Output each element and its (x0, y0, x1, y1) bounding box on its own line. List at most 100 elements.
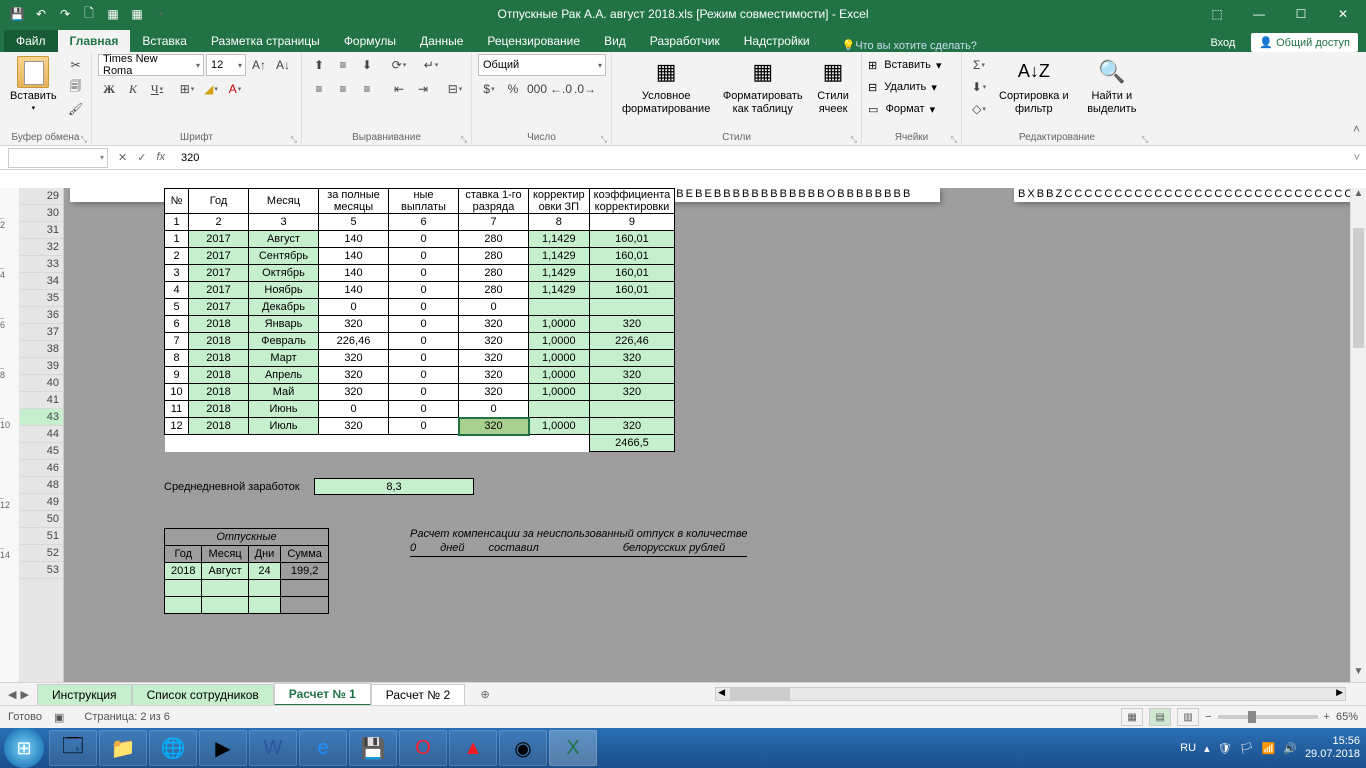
share-button[interactable]: 👤 Общий доступ (1251, 33, 1358, 52)
fill-icon[interactable]: ⬇ (968, 76, 990, 98)
cancel-icon[interactable]: ✕ (118, 151, 127, 164)
taskbar-opera[interactable]: O (399, 730, 447, 766)
align-right-icon[interactable]: ≡ (356, 78, 378, 100)
format-cells-button[interactable]: ▭ Формат ▾ (868, 98, 935, 120)
taskbar-explorer[interactable]: 📁 (99, 730, 147, 766)
taskbar-save[interactable]: 💾 (349, 730, 397, 766)
find-select-button[interactable]: 🔍Найти и выделить (1078, 54, 1146, 118)
decrease-font-icon[interactable]: A↓ (272, 54, 294, 76)
percent-icon[interactable]: % (502, 78, 524, 100)
fx-icon[interactable]: fx (156, 151, 165, 164)
font-name-combo[interactable]: Times New Roma (98, 54, 204, 76)
inc-decimal-icon[interactable]: ←.0 (550, 78, 572, 100)
comma-icon[interactable]: 000 (526, 78, 548, 100)
increase-font-icon[interactable]: A↑ (248, 54, 270, 76)
wrap-text-icon[interactable]: ↵ (420, 54, 442, 76)
sheet-tab-calc1[interactable]: Расчет № 1 (274, 683, 371, 706)
tab-home[interactable]: Главная (58, 30, 131, 52)
currency-icon[interactable]: $ (478, 78, 500, 100)
horizontal-scrollbar[interactable]: ◀▶ (715, 687, 1346, 701)
border-button[interactable]: ⊞ (176, 78, 198, 100)
tab-view[interactable]: Вид (592, 30, 638, 52)
tray-clock[interactable]: 15:5629.07.2018 (1305, 735, 1360, 761)
taskbar-word[interactable]: W (249, 730, 297, 766)
undo-icon[interactable]: ↶ (34, 7, 48, 21)
taskbar-excel[interactable]: X (549, 730, 597, 766)
maximize-icon[interactable]: ☐ (1284, 7, 1318, 21)
qat-more-icon[interactable] (154, 7, 168, 21)
taskbar-app[interactable]: 🗔 (49, 730, 97, 766)
view-layout-icon[interactable]: ▤ (1149, 708, 1171, 726)
zoom-slider[interactable] (1218, 715, 1318, 719)
align-left-icon[interactable]: ≡ (308, 78, 330, 100)
merge-icon[interactable]: ⊟ (444, 78, 466, 100)
taskbar-ie[interactable]: e (299, 730, 347, 766)
taskbar-browser[interactable]: 🌐 (149, 730, 197, 766)
sheet-tab-employees[interactable]: Список сотрудников (132, 684, 274, 705)
cut-icon[interactable]: ✂ (65, 54, 87, 76)
row-headers[interactable]: 293031 323334 353637 383940 4143 444546 … (20, 188, 64, 682)
indent-icon[interactable]: ⇥ (412, 78, 434, 100)
copy-icon[interactable]: 🗐 (65, 76, 87, 98)
enter-icon[interactable]: ✓ (137, 151, 146, 164)
login-link[interactable]: Вход (1210, 37, 1235, 49)
vacation-table[interactable]: Отпускные ГодМесяцДниСумма 2018Август241… (164, 528, 329, 614)
scroll-up-icon[interactable]: ▲ (1351, 188, 1366, 204)
tray-network-icon[interactable]: 📶 (1262, 742, 1276, 755)
font-color-button[interactable]: A (224, 78, 246, 100)
taskbar-adobe[interactable]: ▲ (449, 730, 497, 766)
tray-flag-icon[interactable]: 🏳 (1240, 742, 1254, 755)
font-size-combo[interactable]: 12 (206, 54, 246, 76)
macro-icon[interactable]: ▣ (54, 711, 64, 724)
active-cell[interactable]: 320 (459, 418, 529, 435)
grid1-icon[interactable]: ▦ (106, 7, 120, 21)
outdent-icon[interactable]: ⇤ (388, 78, 410, 100)
align-middle-icon[interactable]: ≡ (332, 54, 354, 76)
tab-insert[interactable]: Вставка (130, 30, 199, 52)
collapse-ribbon-icon[interactable]: ˄ (1353, 52, 1366, 145)
tab-layout[interactable]: Разметка страницы (199, 30, 332, 52)
tab-addins[interactable]: Надстройки (732, 30, 822, 52)
zoom-value[interactable]: 65% (1336, 711, 1358, 723)
align-center-icon[interactable]: ≡ (332, 78, 354, 100)
paste-button[interactable]: Вставить ▾ (6, 54, 61, 116)
autosum-icon[interactable]: Σ (968, 54, 990, 76)
grid2-icon[interactable]: ▦ (130, 7, 144, 21)
underline-button[interactable]: Ч (146, 78, 168, 100)
tab-data[interactable]: Данные (408, 30, 475, 52)
fill-color-button[interactable]: ◢ (200, 78, 222, 100)
tab-nav[interactable]: ◀▶ (0, 688, 37, 701)
zoom-in-icon[interactable]: + (1324, 711, 1330, 723)
data-table[interactable]: № Год Месяц за полные месяцы ные выплаты… (164, 188, 675, 452)
vertical-scrollbar[interactable]: ▲ ▼ (1350, 188, 1366, 682)
zoom-out-icon[interactable]: − (1205, 711, 1211, 723)
system-tray[interactable]: RU ▴ 🛡 🏳 📶 🔊 15:5629.07.2018 (1180, 735, 1366, 761)
save-icon[interactable]: 💾 (10, 7, 24, 21)
taskbar-media[interactable]: ▶ (199, 730, 247, 766)
align-bottom-icon[interactable]: ⬇ (356, 54, 378, 76)
tray-lang[interactable]: RU (1180, 742, 1196, 754)
delete-cells-button[interactable]: ⊟ Удалить ▾ (868, 76, 937, 98)
tab-developer[interactable]: Разработчик (638, 30, 732, 52)
tray-shield-icon[interactable]: 🛡 (1218, 742, 1232, 755)
cond-format-button[interactable]: ▦Условное форматирование (618, 54, 714, 118)
view-normal-icon[interactable]: ▦ (1121, 708, 1143, 726)
tab-review[interactable]: Рецензирование (475, 30, 592, 52)
ribbon-options-icon[interactable]: ⬚ (1200, 7, 1234, 21)
cell-styles-button[interactable]: ▦Стили ячеек (811, 54, 855, 118)
tell-me[interactable]: 💡 Что вы хотите сделать? (842, 39, 977, 52)
tab-file[interactable]: Файл (4, 30, 58, 52)
sheet-tab-calc2[interactable]: Расчет № 2 (371, 684, 465, 705)
tray-volume-icon[interactable]: 🔊 (1283, 742, 1297, 755)
formula-input[interactable]: 320 (175, 152, 1348, 164)
scroll-down-icon[interactable]: ▼ (1351, 666, 1366, 682)
clear-icon[interactable]: ◇ (968, 98, 990, 120)
bold-button[interactable]: Ж (98, 78, 120, 100)
start-button[interactable]: ⊞ (4, 728, 44, 768)
minimize-icon[interactable]: — (1242, 7, 1276, 21)
sheet-tab-instruction[interactable]: Инструкция (37, 684, 132, 705)
sort-filter-button[interactable]: A↓ZСортировка и фильтр (994, 54, 1074, 118)
new-icon[interactable]: 🗋 (82, 7, 96, 21)
view-break-icon[interactable]: ▥ (1177, 708, 1199, 726)
sheet-canvas[interactable]: A B C D E F G H I J K L M N O P Q R S T … (64, 188, 1366, 682)
